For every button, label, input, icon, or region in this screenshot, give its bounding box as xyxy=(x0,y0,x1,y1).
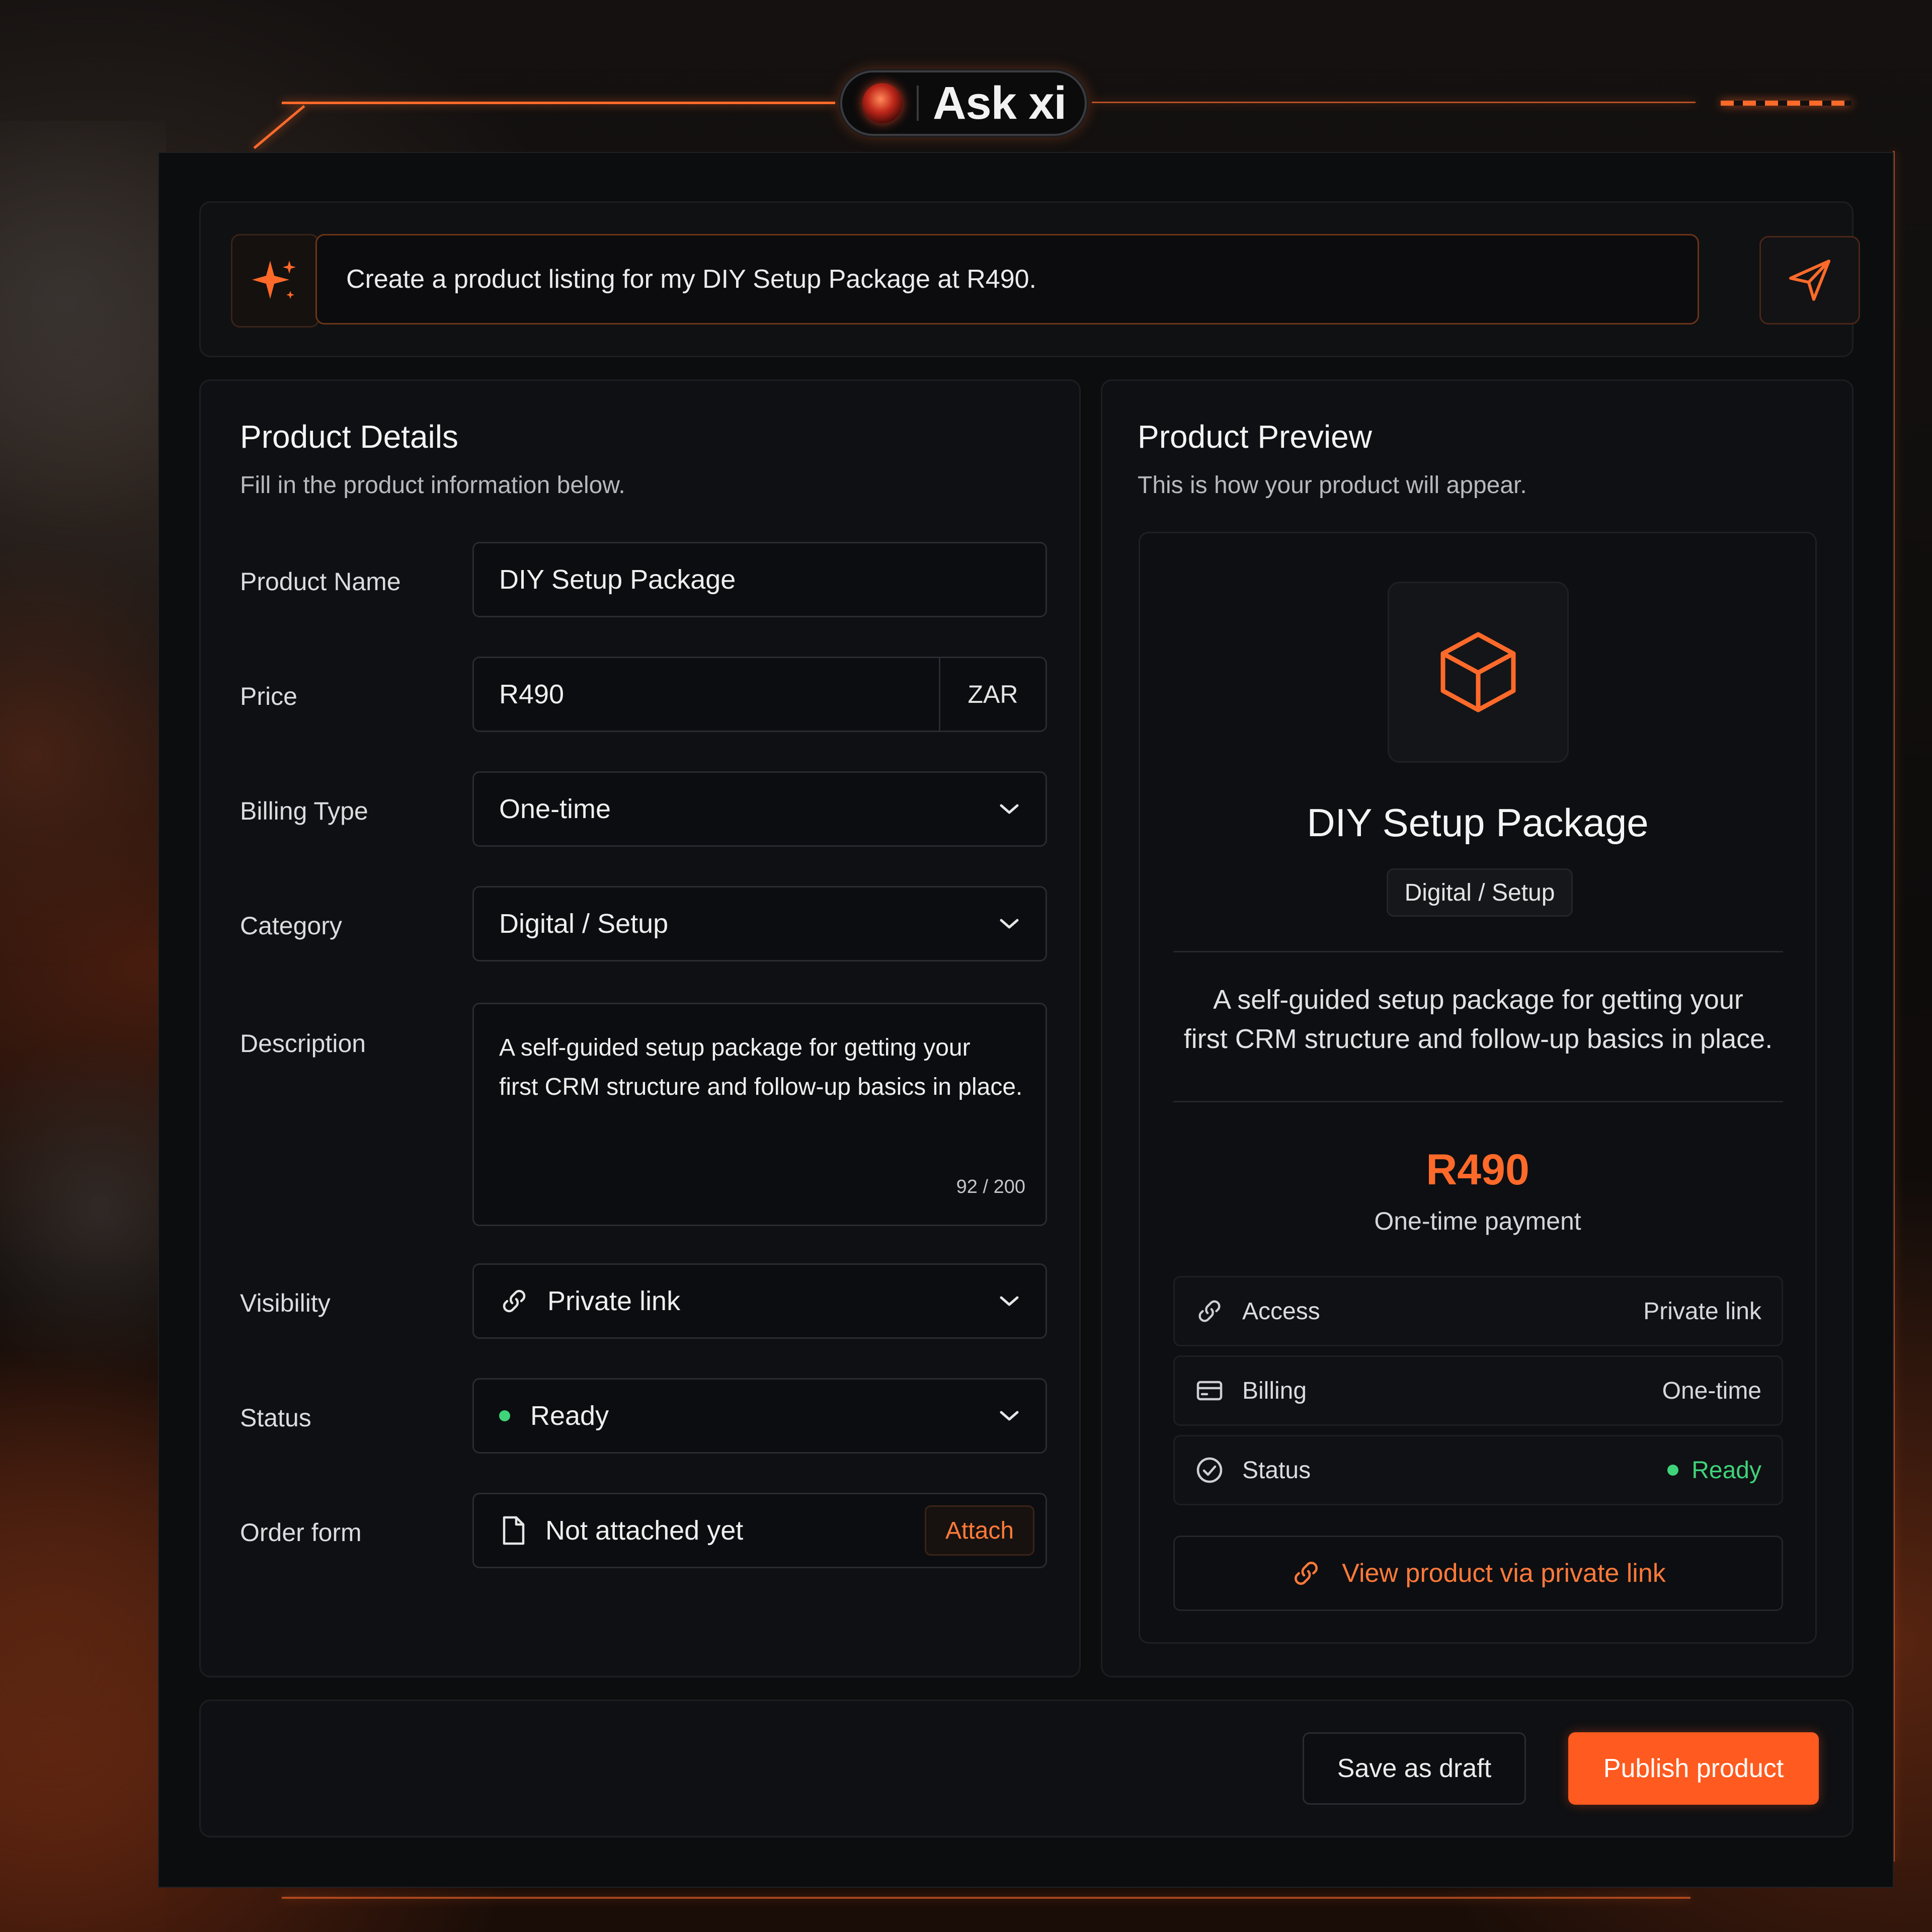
card-icon xyxy=(1195,1376,1224,1405)
attach-button[interactable]: Attach xyxy=(925,1505,1034,1556)
preview-row-label: Status xyxy=(1242,1457,1311,1484)
status-select[interactable]: Ready xyxy=(472,1378,1047,1454)
preview-title: Product Preview xyxy=(1138,419,1372,455)
product-preview-card: Product Preview This is how your product… xyxy=(1101,379,1854,1677)
preview-product-name: DIY Setup Package xyxy=(1307,800,1649,845)
preview-subtitle: This is how your product will appear. xyxy=(1138,472,1527,499)
view-private-link-label: View product via private link xyxy=(1342,1559,1666,1588)
order-form-field: Not attached yet Attach xyxy=(472,1493,1047,1568)
status-label: Status xyxy=(240,1404,311,1432)
frame-line-top-right xyxy=(1092,102,1696,103)
pill-separator xyxy=(917,86,919,121)
description-textarea[interactable]: A self-guided setup package for getting … xyxy=(472,1003,1047,1226)
character-counter: 92 / 200 xyxy=(956,1176,1025,1197)
save-draft-button[interactable]: Save as draft xyxy=(1303,1732,1526,1805)
product-details-card: Product Details Fill in the product info… xyxy=(199,379,1081,1677)
billing-type-value: One-time xyxy=(499,794,611,824)
preview-category-chip: Digital / Setup xyxy=(1387,868,1573,917)
frame-line-top-right-dashes xyxy=(1721,101,1852,106)
frame-line-bottom xyxy=(282,1897,1691,1899)
preview-row-label: Billing xyxy=(1242,1377,1307,1404)
preview-row-value: Ready xyxy=(1692,1457,1761,1484)
preview-row-value: Private link xyxy=(1643,1298,1761,1325)
background-rock-texture xyxy=(0,121,166,1932)
visibility-value: Private link xyxy=(547,1286,681,1316)
divider xyxy=(1173,1101,1783,1102)
sparkle-icon xyxy=(252,261,296,299)
price-input[interactable]: R490 ZAR xyxy=(472,657,1047,732)
status-dot xyxy=(499,1410,510,1421)
app-title: Ask xi xyxy=(933,77,1067,129)
details-subtitle: Fill in the product information below. xyxy=(240,472,625,499)
chevron-down-icon xyxy=(1000,919,1019,929)
price-label: Price xyxy=(240,682,297,710)
category-select[interactable]: Digital / Setup xyxy=(472,886,1047,961)
frame-line-top-left xyxy=(282,102,835,104)
prompt-input[interactable]: Create a product listing for my DIY Setu… xyxy=(315,234,1699,325)
preview-status-value: Ready xyxy=(1667,1457,1761,1484)
preview-description-line-2: first CRM structure and follow-up basics… xyxy=(1183,1024,1773,1054)
price-value: R490 xyxy=(499,679,565,709)
preview-row-value: One-time xyxy=(1662,1377,1761,1404)
description-line-1: A self-guided setup package for getting … xyxy=(499,1034,971,1061)
preview-row-billing: Billing One-time xyxy=(1173,1355,1783,1426)
check-circle-icon xyxy=(1195,1456,1224,1485)
order-form-label: Order form xyxy=(240,1518,362,1547)
category-value: Digital / Setup xyxy=(499,909,669,939)
app-title-pill[interactable]: Ask xi xyxy=(840,70,1087,136)
preview-row-label: Access xyxy=(1242,1298,1320,1325)
frame-line-top-left-diagonal xyxy=(253,105,305,149)
link-icon xyxy=(1195,1297,1224,1326)
product-name-input[interactable]: DIY Setup Package xyxy=(472,542,1047,617)
details-title: Product Details xyxy=(240,419,458,455)
preview-description-line-1: A self-guided setup package for getting … xyxy=(1213,985,1743,1015)
send-button[interactable] xyxy=(1759,236,1860,325)
billing-type-label: Billing Type xyxy=(240,797,368,825)
visibility-select[interactable]: Private link xyxy=(472,1263,1047,1339)
cube-icon xyxy=(1440,632,1516,712)
preview-description: A self-guided setup package for getting … xyxy=(1170,980,1786,1059)
status-dot xyxy=(1667,1465,1679,1476)
chevron-down-icon xyxy=(1000,1411,1019,1421)
description-label: Description xyxy=(240,1029,366,1058)
preview-payment-type: One-time payment xyxy=(1374,1207,1581,1235)
preview-product-card: DIY Setup Package Digital / Setup A self… xyxy=(1139,532,1817,1644)
main-panel: Create a product listing for my DIY Setu… xyxy=(158,152,1894,1888)
document-icon xyxy=(499,1515,527,1546)
order-form-value: Not attached yet xyxy=(545,1515,744,1546)
description-line-2: first CRM structure and follow-up basics… xyxy=(499,1074,1023,1100)
orb-avatar-icon xyxy=(862,83,903,123)
publish-product-button[interactable]: Publish product xyxy=(1568,1732,1819,1805)
divider xyxy=(1173,951,1783,952)
view-private-link-button[interactable]: View product via private link xyxy=(1173,1536,1783,1611)
billing-type-select[interactable]: One-time xyxy=(472,771,1047,847)
product-name-label: Product Name xyxy=(240,568,401,596)
link-icon xyxy=(499,1286,529,1316)
footer-actions: Save as draft Publish product xyxy=(199,1700,1854,1837)
preview-row-status: Status Ready xyxy=(1173,1435,1783,1505)
send-icon xyxy=(1789,260,1830,301)
preview-price: R490 xyxy=(1426,1146,1530,1194)
category-label: Category xyxy=(240,912,342,940)
sparkle-button[interactable] xyxy=(231,234,319,328)
chevron-down-icon xyxy=(1000,804,1019,814)
product-image-placeholder xyxy=(1388,582,1569,763)
currency-selector[interactable]: ZAR xyxy=(939,658,1045,731)
status-value: Ready xyxy=(530,1401,609,1431)
link-icon xyxy=(1295,1562,1318,1585)
prompt-bar: Create a product listing for my DIY Setu… xyxy=(199,201,1860,357)
visibility-label: Visibility xyxy=(240,1289,331,1317)
chevron-down-icon xyxy=(1000,1296,1019,1306)
preview-row-access: Access Private link xyxy=(1173,1276,1783,1346)
